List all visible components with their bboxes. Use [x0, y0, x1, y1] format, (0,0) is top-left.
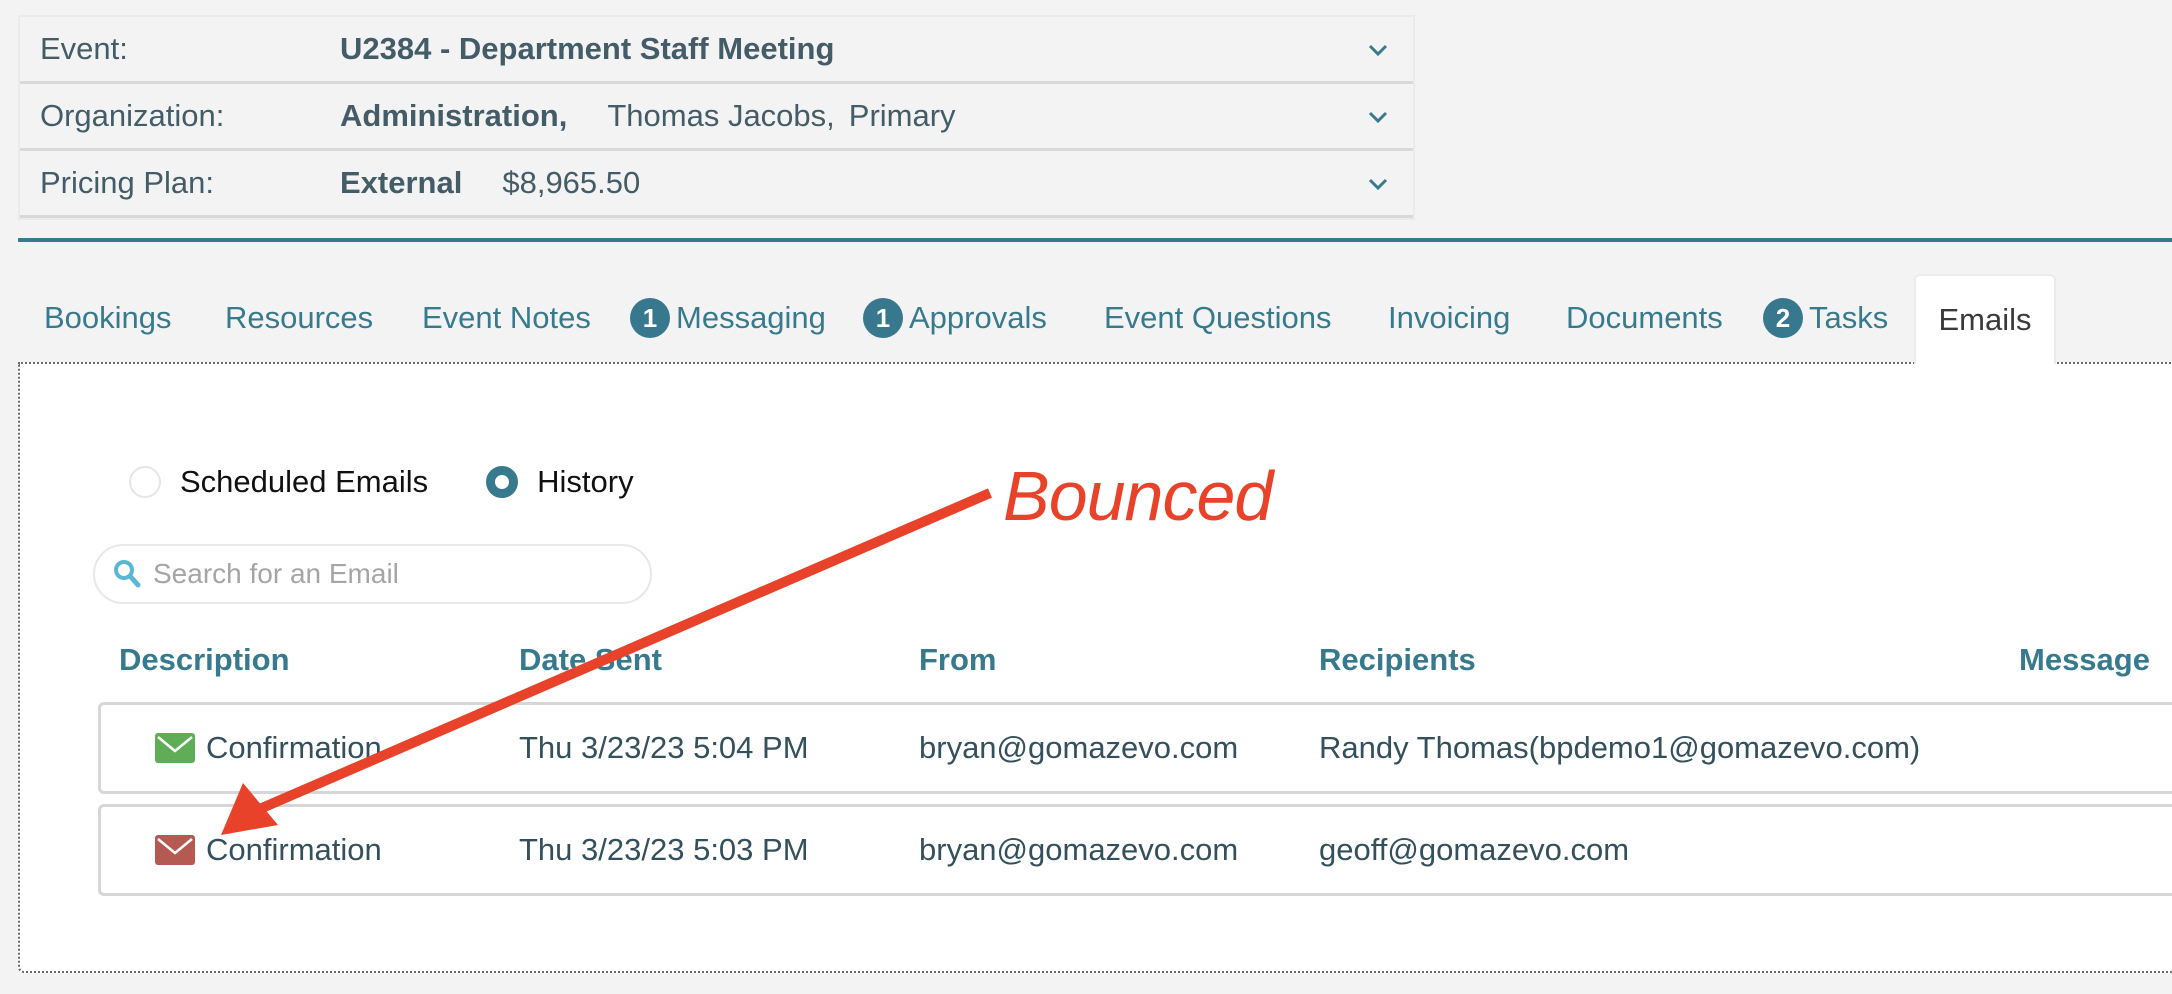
tab-emails[interactable]: Emails — [1914, 274, 2056, 364]
tab-tasks[interactable]: 2 Tasks — [1763, 274, 1888, 362]
organization-name: Administration, — [340, 98, 568, 133]
tab-event-notes[interactable]: Event Notes — [422, 274, 591, 362]
organization-label: Organization: — [40, 98, 225, 133]
pricing-plan-name: External — [340, 165, 463, 200]
email-recipients: Randy Thomas(bpdemo1@gomazevo.com) — [1319, 730, 1921, 765]
email-recipients: geoff@gomazevo.com — [1319, 832, 1630, 867]
tab-event-questions[interactable]: Event Questions — [1104, 274, 1331, 362]
email-description: Confirmation — [206, 832, 382, 867]
chevron-down-icon[interactable] — [1367, 106, 1389, 128]
tasks-count-badge: 2 — [1763, 298, 1803, 338]
pricing-plan-amount: $8,965.50 — [502, 165, 641, 200]
email-row[interactable]: Confirmation Thu 3/23/23 5:04 PM bryan@g… — [98, 702, 2172, 794]
section-divider — [18, 238, 2172, 242]
messaging-count-badge: 1 — [630, 298, 670, 338]
email-bounced-icon — [155, 835, 195, 865]
radio-checked-icon[interactable] — [486, 466, 519, 498]
radio-unchecked-icon[interactable] — [129, 466, 161, 498]
email-search-input[interactable] — [153, 558, 623, 590]
event-label: Event: — [40, 31, 128, 66]
email-delivered-icon — [155, 733, 195, 763]
event-name: U2384 - Department Staff Meeting — [340, 31, 835, 66]
organization-contact-type: Primary — [848, 98, 956, 133]
event-details-page: Event: U2384 - Department Staff Meeting … — [0, 0, 2172, 994]
radio-history[interactable]: History — [486, 464, 634, 500]
chevron-down-icon[interactable] — [1367, 173, 1389, 195]
column-header-description[interactable]: Description — [119, 642, 290, 678]
email-from: bryan@gomazevo.com — [919, 832, 1239, 867]
emails-panel: Scheduled Emails History Description Dat… — [18, 362, 2172, 973]
approvals-count-badge: 1 — [863, 298, 903, 338]
tab-approvals[interactable]: 1 Approvals — [863, 274, 1047, 362]
organization-contact: Thomas Jacobs, — [607, 98, 835, 133]
email-view-toggle: Scheduled Emails History — [129, 464, 634, 500]
column-header-recipients[interactable]: Recipients — [1319, 642, 1476, 678]
pricing-plan-label: Pricing Plan: — [40, 165, 215, 200]
chevron-down-icon[interactable] — [1367, 39, 1389, 61]
tab-bookings[interactable]: Bookings — [44, 274, 172, 362]
tab-documents[interactable]: Documents — [1566, 274, 1723, 362]
bounced-annotation-label: Bounced — [1003, 457, 1273, 535]
email-from: bryan@gomazevo.com — [919, 730, 1239, 765]
email-description: Confirmation — [206, 730, 382, 765]
email-date-sent: Thu 3/23/23 5:04 PM — [519, 730, 809, 765]
column-header-date-sent[interactable]: Date Sent — [519, 642, 662, 678]
search-icon — [114, 560, 141, 588]
event-row[interactable]: Event: U2384 - Department Staff Meeting — [20, 17, 1413, 84]
email-search-box[interactable] — [93, 544, 652, 604]
pricing-plan-row[interactable]: Pricing Plan: External $8,965.50 — [20, 151, 1413, 218]
tab-resources[interactable]: Resources — [225, 274, 373, 362]
email-date-sent: Thu 3/23/23 5:03 PM — [519, 832, 809, 867]
column-header-from[interactable]: From — [919, 642, 997, 678]
radio-scheduled-emails[interactable]: Scheduled Emails — [129, 464, 428, 500]
email-row[interactable]: Confirmation Thu 3/23/23 5:03 PM bryan@g… — [98, 804, 2172, 896]
tab-messaging[interactable]: 1 Messaging — [630, 274, 826, 362]
column-header-message[interactable]: Message — [2019, 642, 2150, 678]
tab-bar: Bookings Resources Event Notes 1 Messagin… — [0, 274, 2172, 364]
organization-row[interactable]: Organization: Administration, Thomas Jac… — [20, 84, 1413, 151]
event-info-panel: Event: U2384 - Department Staff Meeting … — [18, 15, 1415, 220]
tab-invoicing[interactable]: Invoicing — [1388, 274, 1510, 362]
